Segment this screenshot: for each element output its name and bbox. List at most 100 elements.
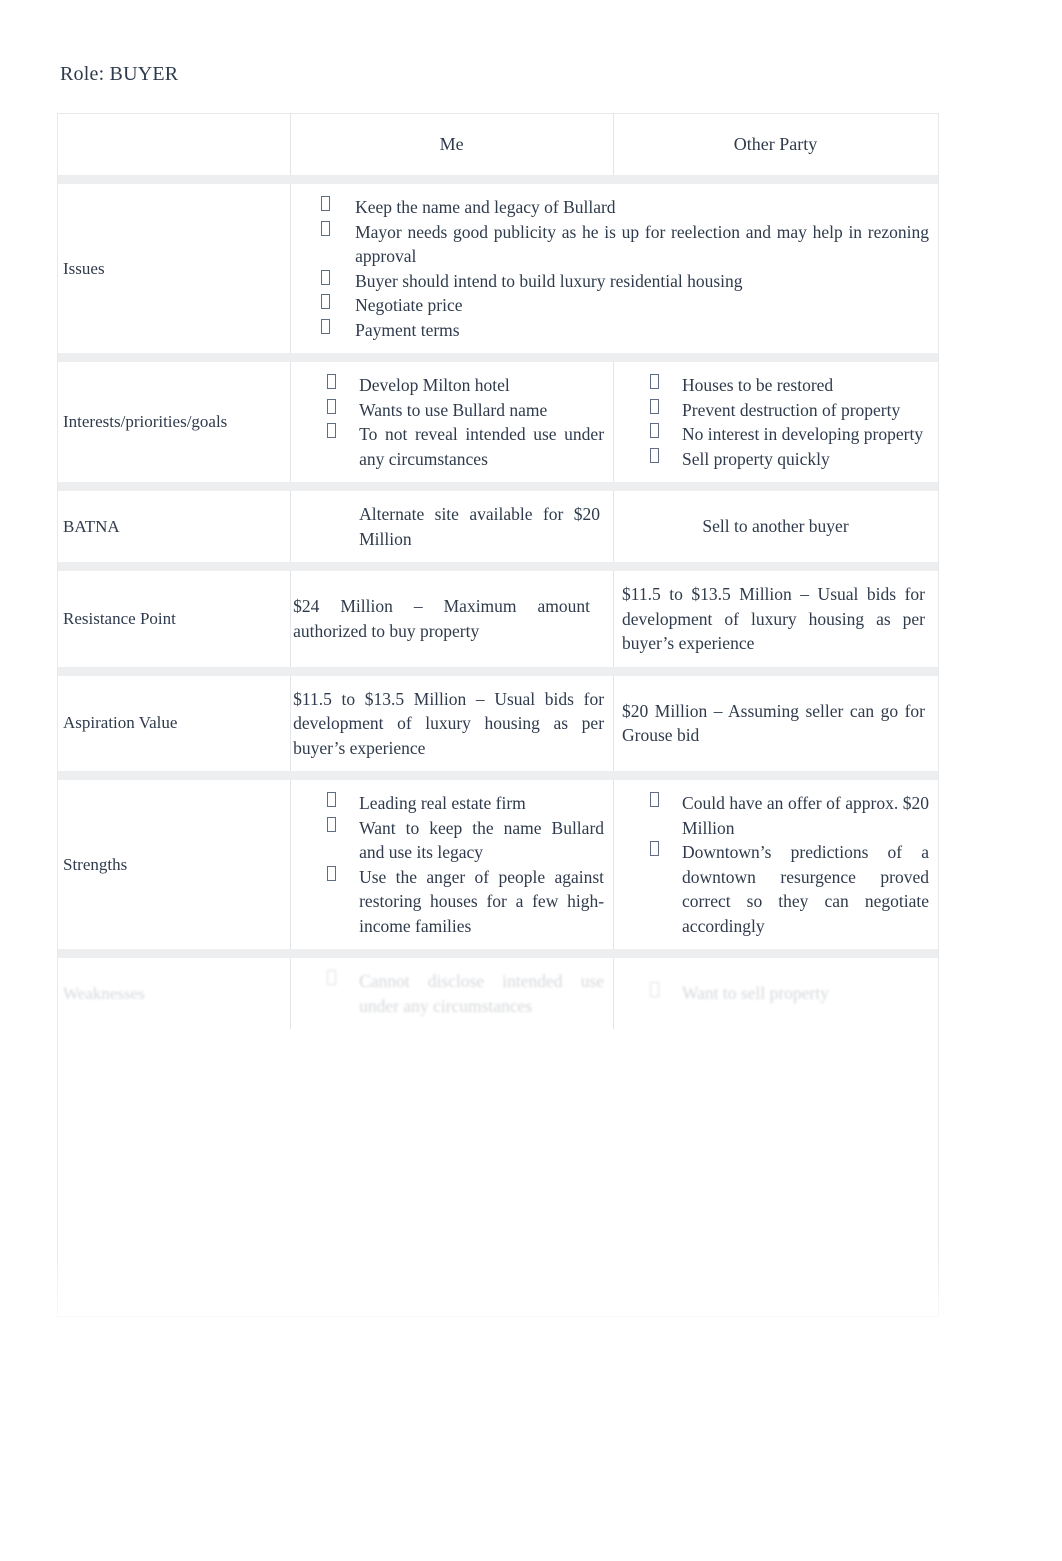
list-item: Use the anger of people against restorin… [299, 865, 604, 939]
list-item: Payment terms [299, 318, 929, 343]
role-line: Role: BUYER [60, 63, 179, 85]
list-item: To not reveal intended use under any cir… [299, 422, 604, 471]
bullet-tofu-icon [650, 423, 660, 438]
row-label-batna: BATNA [63, 516, 120, 536]
table-row-interests: Interests/priorities/goals Develop Milto… [57, 362, 939, 482]
page-bottom-margin [0, 1320, 1062, 1561]
negotiation-planning-table: Me Other Party Issues Keep the name and … [57, 113, 939, 1029]
bullet-tofu-icon [321, 220, 331, 236]
cell-interests-me: Develop Milton hotel Wants to use Bullar… [291, 362, 615, 482]
batna-me-text: Alternate site available for $20 Million [359, 504, 601, 549]
bullet-list-strengths-me: Leading real estate firm Want to keep th… [299, 791, 604, 938]
bullet-tofu-icon [327, 374, 337, 389]
row-separator [57, 175, 939, 184]
list-item-text: Downtown’s predictions of a downtown res… [682, 842, 929, 936]
header-cell-me: Me [291, 113, 615, 175]
list-item: Want to sell property [622, 981, 929, 1006]
header-other-party-label: Other Party [733, 134, 818, 154]
list-item-text: Prevent destruction of property [682, 399, 901, 420]
row-separator [57, 949, 939, 958]
bullet-list-strengths-other: Could have an offer of approx. $20 Milli… [622, 791, 929, 938]
row-label-cell: Resistance Point [57, 571, 292, 667]
list-item-text: Use the anger of people against restorin… [359, 866, 605, 936]
list-item: Buyer should intend to build luxury resi… [299, 269, 929, 294]
separator-segment [614, 353, 939, 362]
separator-segment [57, 562, 292, 571]
separator-segment [614, 175, 939, 184]
bullet-tofu-icon [321, 318, 331, 334]
table-row-issues: Issues Keep the name and legacy of Bulla… [57, 184, 939, 353]
separator-segment [291, 175, 615, 184]
list-item-text: Buyer should intend to build luxury resi… [355, 270, 743, 291]
list-item-text: Wants to use Bullard name [359, 399, 548, 420]
list-item: Downtown’s predictions of a downtown res… [622, 840, 929, 938]
batna-other-text: Sell to another buyer [702, 516, 849, 537]
row-label-cell: Strengths [57, 780, 292, 949]
separator-segment [291, 562, 615, 571]
bullet-tofu-icon [650, 792, 660, 807]
bullet-tofu-icon [327, 792, 337, 807]
bullet-tofu-icon [650, 982, 660, 998]
separator-segment [614, 562, 939, 571]
separator-segment [291, 666, 615, 676]
list-item-text: Keep the name and legacy of Bullard [355, 197, 616, 217]
cell-weaknesses-other: Want to sell property [614, 958, 939, 1029]
list-item: Could have an offer of approx. $20 Milli… [622, 791, 929, 840]
cell-weaknesses-me: Cannot disclose intended use under any c… [291, 958, 615, 1029]
bullet-tofu-icon [327, 398, 337, 414]
separator-segment [57, 482, 292, 491]
cell-aspiration-other: $20 Million – Assuming seller can go for… [614, 675, 939, 771]
row-label-resistance-point: Resistance Point [63, 608, 176, 628]
cell-strengths-me: Leading real estate firm Want to keep th… [291, 780, 615, 949]
list-item-text: Could have an offer of approx. $20 Milli… [682, 793, 929, 838]
list-item-text: Payment terms [355, 319, 460, 340]
separator-segment [57, 771, 292, 780]
row-label-cell: Interests/priorities/goals [57, 362, 292, 482]
cell-issues-me: Keep the name and legacy of Bullard Mayo… [291, 184, 939, 353]
list-item-text: Want to keep the name Bullard and use it… [359, 817, 605, 863]
cell-interests-other: Houses to be restored Prevent destructio… [614, 362, 939, 482]
list-item: Want to keep the name Bullard and use it… [299, 816, 604, 865]
list-item: Develop Milton hotel [299, 373, 604, 398]
table-row-aspiration-value: Aspiration Value $11.5 to $13.5 Million … [57, 675, 939, 771]
row-label-cell: Issues [57, 184, 292, 353]
document-page: Role: BUYER Me Other Party Issues Keep t… [0, 0, 1062, 1561]
bullet-list-weaknesses-other: Want to sell property [622, 981, 929, 1006]
bullet-tofu-icon [327, 865, 337, 881]
row-separator [57, 482, 939, 491]
aspiration-me-text: $11.5 to $13.5 Million – Usual bids for … [293, 688, 605, 758]
header-blank-label [57, 113, 291, 175]
list-item-text: Mayor needs good publicity as he is up f… [355, 221, 929, 267]
row-label-cell: BATNA [57, 491, 292, 562]
list-item: Prevent destruction of property [622, 398, 929, 423]
list-item: Mayor needs good publicity as he is up f… [299, 220, 929, 269]
separator-segment [291, 949, 615, 958]
list-item: Sell property quickly [622, 447, 929, 472]
table-row-strengths: Strengths Leading real estate firm Want … [57, 780, 939, 949]
header-cell-other-party: Other Party [614, 113, 939, 175]
bullet-tofu-icon [327, 423, 337, 438]
bullet-tofu-icon [327, 816, 337, 832]
list-item-text: To not reveal intended use under any cir… [359, 424, 605, 469]
separator-segment [614, 771, 939, 780]
cell-batna-other: Sell to another buyer [614, 491, 939, 562]
separator-segment [614, 949, 939, 958]
separator-segment [614, 482, 939, 491]
separator-segment [291, 482, 615, 491]
bullet-tofu-icon [650, 447, 660, 463]
separator-segment [57, 175, 292, 184]
list-item: Leading real estate firm [299, 791, 604, 816]
bullet-list-weaknesses-me: Cannot disclose intended use under any c… [299, 969, 604, 1018]
row-label-cell: Aspiration Value [57, 675, 292, 771]
row-label-aspiration-value: Aspiration Value [63, 713, 178, 733]
bullet-list-issues-me: Keep the name and legacy of Bullard Mayo… [299, 195, 929, 342]
row-label-cell: Weaknesses [57, 958, 292, 1029]
separator-segment [57, 949, 292, 958]
list-item-text: Develop Milton hotel [359, 375, 510, 395]
table-row-resistance-point: Resistance Point $24 Million – Maximum a… [57, 571, 939, 667]
list-item-text: Negotiate price [355, 295, 463, 315]
row-separator [57, 666, 939, 676]
bullet-tofu-icon [321, 269, 331, 285]
row-separator [57, 771, 939, 780]
separator-segment [57, 666, 292, 676]
